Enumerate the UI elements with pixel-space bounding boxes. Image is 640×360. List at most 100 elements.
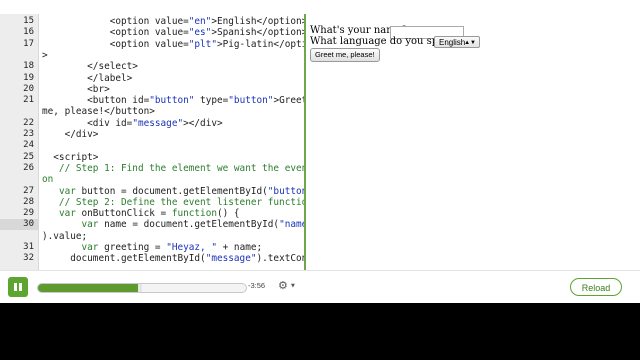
code-token: "message" xyxy=(132,117,184,129)
line-number: 17 xyxy=(23,38,34,49)
code-token: "name" xyxy=(279,219,304,231)
line-number: 22 xyxy=(23,117,34,128)
code-token: <option value= xyxy=(42,38,189,50)
code-token: var xyxy=(58,208,76,220)
code-line: var name = document.getElementById("name… xyxy=(42,219,304,230)
code-token: me, please!</button> xyxy=(42,106,155,118)
code-token: // Step 2: Define the event listener fun… xyxy=(42,196,304,208)
code-token: >English</option> xyxy=(211,16,304,27)
code-token: on xyxy=(42,174,54,186)
pause-button[interactable] xyxy=(8,277,28,297)
line-number: 29 xyxy=(23,208,34,219)
video-stage: 15 16 17 18 19 20 21 22 23 24 25 26 27 28 29 30 31 32 <op… xyxy=(0,0,640,302)
code-token: onButtonClick = xyxy=(75,208,172,220)
line-number: 31 xyxy=(23,242,34,252)
code-line: <div id="message"></div> xyxy=(42,118,223,129)
chevron-down-icon: ▼ xyxy=(291,283,295,289)
line-number-gutter: 15 16 17 18 19 20 21 22 23 24 25 26 27 28 29 30 31 32 xyxy=(0,14,39,270)
code-line: me, please!</button> xyxy=(42,106,155,117)
code-token: </label> xyxy=(42,72,133,84)
code-token: "es" xyxy=(188,27,212,39)
code-token: button = document.getElementById( xyxy=(75,185,268,197)
select-arrows-icon: ▲▼ xyxy=(464,40,476,46)
code-token: <option value= xyxy=(42,16,189,27)
code-token: > xyxy=(42,49,48,61)
code-token: <button id= xyxy=(42,95,150,107)
code-token: "Heyaz, " xyxy=(166,242,217,253)
code-token: + name; xyxy=(217,242,263,253)
line-number: 28 xyxy=(23,196,34,207)
code-token: ).textConten xyxy=(256,253,305,265)
code-token: <script> xyxy=(42,151,99,163)
code-token: () { xyxy=(216,208,240,220)
code-token: ).value; xyxy=(42,230,88,242)
code-line: document.getElementById("message").textC… xyxy=(42,253,304,264)
line-number: 24 xyxy=(23,140,34,151)
line-number: 23 xyxy=(23,129,34,139)
code-line: <option value="plt">Pig-latin</option xyxy=(42,39,304,50)
code-line: on xyxy=(42,174,53,185)
code-line: var greeting = "Heyaz, " + name; xyxy=(42,242,263,253)
time-remaining: -3:56 xyxy=(248,281,266,290)
line-number: 32 xyxy=(23,253,34,264)
line-number: 27 xyxy=(23,185,34,196)
code-line: // Step 2: Define the event listener fun… xyxy=(42,197,304,208)
code-token: "button" xyxy=(149,95,195,107)
code-line: <button id="button" type="button">Greet xyxy=(42,95,304,106)
code-token: document.getElementById( xyxy=(42,253,206,265)
code-token: type= xyxy=(194,95,229,107)
progress-fill xyxy=(38,284,138,292)
code-token: "button" xyxy=(267,185,304,197)
code-token: "en" xyxy=(188,16,212,27)
code-token: function xyxy=(171,208,217,220)
code-line: <script> xyxy=(42,152,98,163)
reload-button[interactable]: Reload xyxy=(570,278,622,296)
code-token: // Step 1: Find the element we want the … xyxy=(42,162,304,174)
line-number: 30 xyxy=(0,219,38,231)
line-number: 18 xyxy=(23,61,34,72)
line-number: 15 xyxy=(23,16,34,26)
line-number: 20 xyxy=(23,83,34,94)
code-token: <div id= xyxy=(42,117,133,129)
progress-bar[interactable] xyxy=(37,283,247,293)
preview-pane: What's your name? What language do you s… xyxy=(306,14,640,270)
code-token: var xyxy=(81,219,99,231)
code-line: <option value="en">English</option> xyxy=(42,16,304,27)
code-token: </div> xyxy=(42,129,99,140)
line-number: 25 xyxy=(23,151,34,162)
code-line: var button = document.getElementById("bu… xyxy=(42,186,304,197)
code-line: </select> xyxy=(42,61,138,72)
language-select-value: English xyxy=(439,38,466,47)
code-token: <option value= xyxy=(42,27,189,39)
code-line: // Step 1: Find the element we want the … xyxy=(42,163,304,174)
code-token: >Pig-latin</option xyxy=(216,38,304,50)
code-token: </select> xyxy=(42,61,138,73)
line-number: 26 xyxy=(23,162,34,173)
code-token: name = document.getElementById( xyxy=(98,219,280,231)
code-editor[interactable]: 15 16 17 18 19 20 21 22 23 24 25 26 27 28 29 30 31 32 <op… xyxy=(0,14,304,270)
code-token: >Spanish</option> xyxy=(211,27,304,39)
code-token: >Greet xyxy=(273,95,304,107)
gear-icon[interactable]: ⚙ xyxy=(278,279,288,292)
code-line: </label> xyxy=(42,73,132,84)
code-token: "message" xyxy=(205,253,257,265)
language-select[interactable]: English ▲▼ xyxy=(434,36,480,48)
code-line: </div> xyxy=(42,129,99,140)
code-token: "button" xyxy=(228,95,274,107)
code-token: var xyxy=(58,185,76,197)
line-number: 19 xyxy=(23,72,34,83)
player-controls: -3:56 ⚙ ▼ Reload xyxy=(0,270,640,303)
greet-button[interactable]: Greet me, please! xyxy=(310,48,380,62)
code-line: var onButtonClick = function() { xyxy=(42,208,240,219)
code-token: greeting = xyxy=(98,242,167,253)
line-number: 21 xyxy=(23,95,34,106)
pause-icon xyxy=(14,283,17,291)
code-token: "plt" xyxy=(188,38,217,50)
code-line: <option value="es">Spanish</option> xyxy=(42,27,304,38)
code-token: var xyxy=(81,242,99,253)
code-token: <br> xyxy=(42,83,110,95)
